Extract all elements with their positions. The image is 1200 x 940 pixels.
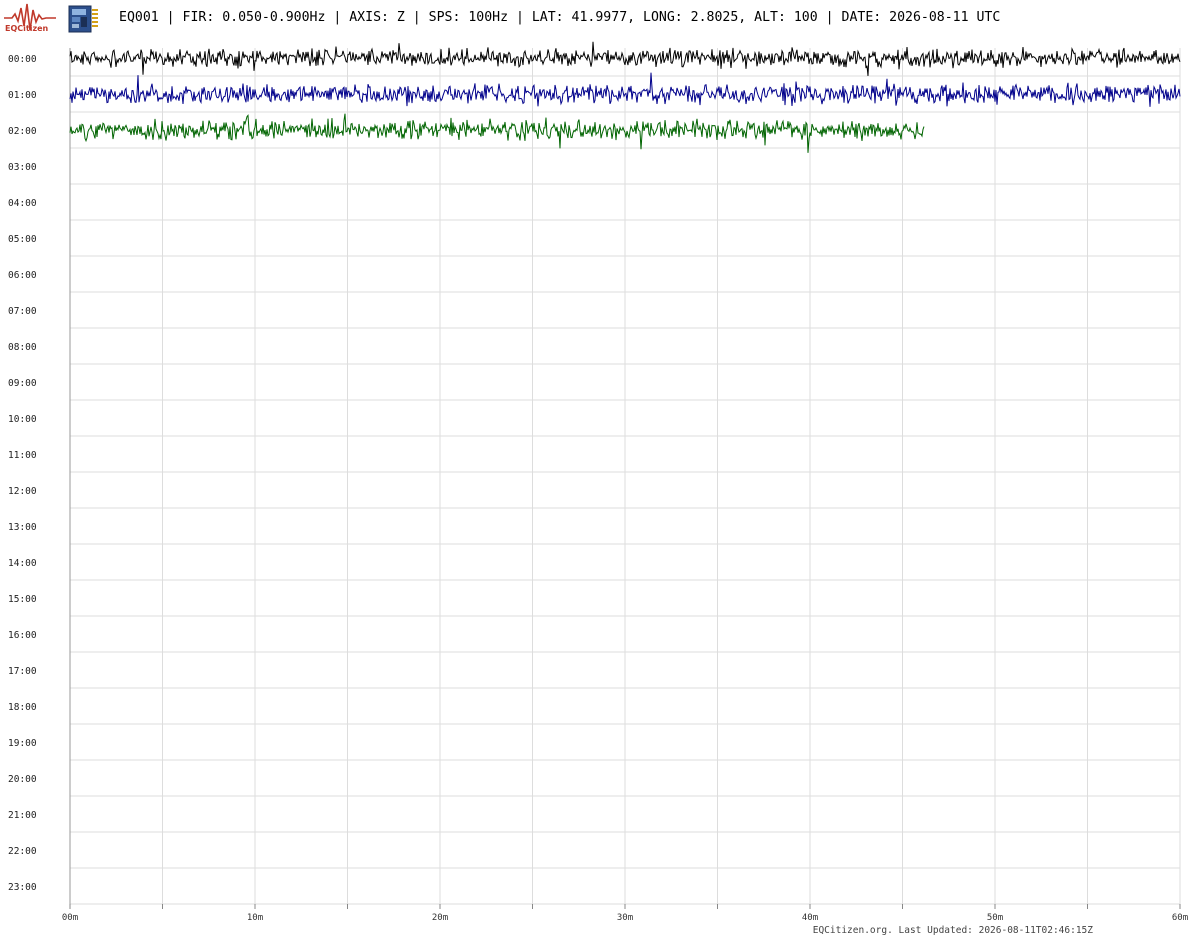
- y-tick-label: 18:00: [8, 702, 37, 713]
- x-tick-label: 50m: [987, 913, 1003, 923]
- y-tick-label: 14:00: [8, 558, 37, 569]
- y-tick-label: 00:00: [8, 54, 37, 65]
- y-tick-label: 16:00: [8, 630, 37, 641]
- x-tick-label: 40m: [802, 913, 818, 923]
- x-tick-label: 20m: [432, 913, 448, 923]
- y-tick-label: 04:00: [8, 198, 37, 209]
- y-tick-label: 20:00: [8, 774, 37, 785]
- y-tick-label: 19:00: [8, 738, 37, 749]
- y-tick-label: 09:00: [8, 378, 37, 389]
- y-tick-label: 23:00: [8, 882, 37, 893]
- helicorder-plot: 00:00 01:00 02:00 03:00 04:00 05:00 06:00 07:00…: [8, 41, 1188, 923]
- y-tick-label: 15:00: [8, 594, 37, 605]
- y-tick-label: 02:00: [8, 126, 37, 137]
- y-axis-labels: 00:00 01:00 02:00 03:00 04:00 05:00 06:00 07:00…: [8, 54, 37, 893]
- x-tick-label: 30m: [617, 913, 633, 923]
- y-tick-label: 13:00: [8, 522, 37, 533]
- x-axis-labels: 00m 10m 20m 30m 40m 50m 60m: [62, 913, 1188, 923]
- y-tick-label: 05:00: [8, 234, 37, 245]
- y-tick-label: 07:00: [8, 306, 37, 317]
- y-tick-label: 17:00: [8, 666, 37, 677]
- y-tick-label: 22:00: [8, 846, 37, 857]
- x-tick-label: 60m: [1172, 913, 1188, 923]
- y-tick-label: 01:00: [8, 90, 37, 101]
- grid: [69, 48, 1181, 909]
- x-tick-label: 00m: [62, 913, 78, 923]
- y-tick-label: 03:00: [8, 162, 37, 173]
- trace-0200: [69, 113, 925, 153]
- y-tick-label: 10:00: [8, 414, 37, 425]
- y-tick-label: 21:00: [8, 810, 37, 821]
- y-tick-label: 08:00: [8, 342, 37, 353]
- y-tick-label: 11:00: [8, 450, 37, 461]
- x-tick-label: 10m: [247, 913, 263, 923]
- y-tick-label: 12:00: [8, 486, 37, 497]
- y-tick-label: 06:00: [8, 270, 37, 281]
- last-updated-footer: EQCitizen.org. Last Updated: 2026-08-11T…: [812, 925, 1093, 936]
